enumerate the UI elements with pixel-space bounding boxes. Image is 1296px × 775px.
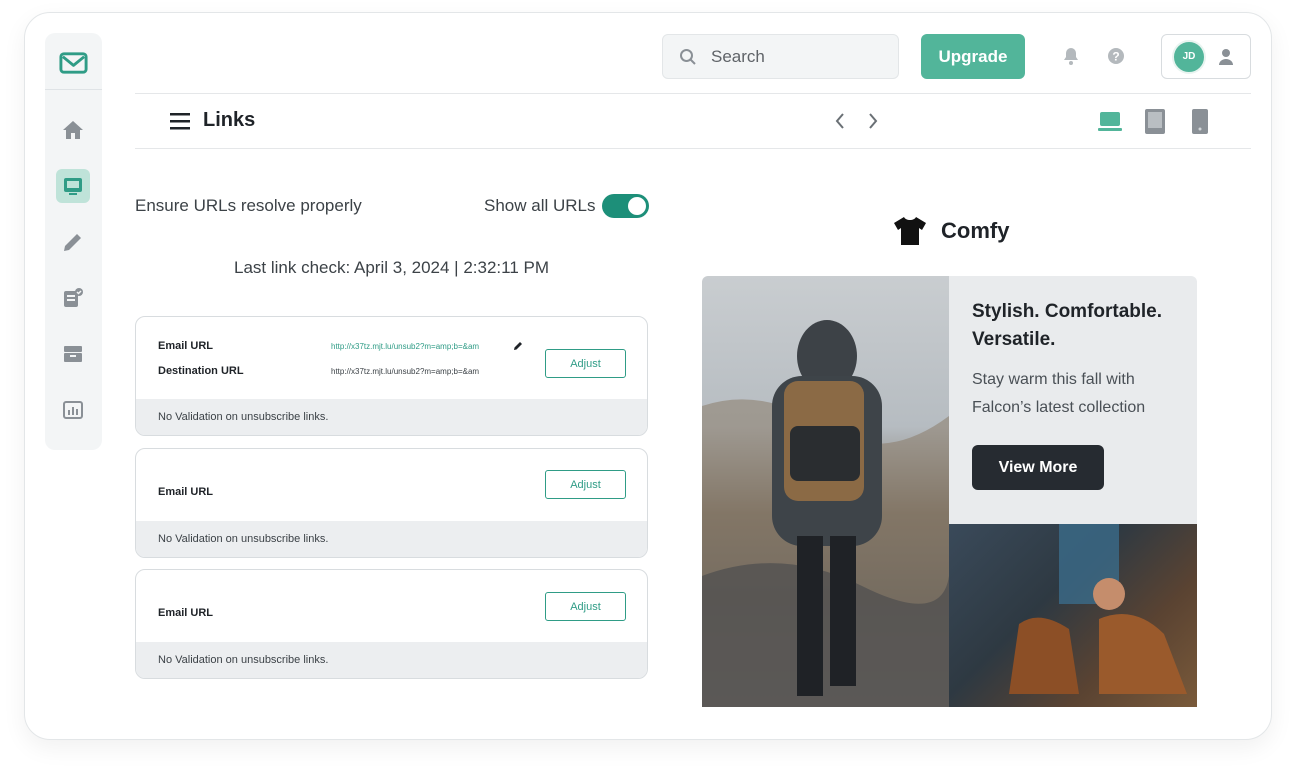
adjust-button[interactable]: Adjust	[545, 470, 626, 499]
subheader-divider	[135, 148, 1251, 149]
sidebar-item-archive[interactable]	[56, 337, 90, 371]
email-url-label: Email URL	[158, 607, 214, 619]
sidebar	[45, 33, 102, 450]
checklist-icon	[64, 288, 83, 307]
logo-icon[interactable]	[58, 47, 89, 78]
boots-photo	[949, 524, 1197, 707]
user-menu[interactable]: JD	[1161, 34, 1251, 79]
avatar[interactable]: JD	[1172, 39, 1206, 74]
card-footer: No Validation on unsubscribe links.	[136, 521, 647, 557]
pencil-icon	[64, 234, 81, 251]
brand-header: Comfy	[893, 216, 1009, 246]
sidebar-item-inbox[interactable]	[56, 169, 90, 203]
header-divider	[135, 93, 1251, 94]
tshirt-icon	[894, 217, 926, 245]
toggle-knob	[628, 197, 646, 215]
promo-subtext: Stay warm this fall with Falcon’s latest…	[972, 371, 1146, 416]
email-preview: Stylish. Comfortable. Versatile. Stay wa…	[702, 276, 1197, 707]
email-url-label: Email URL	[158, 340, 214, 352]
tablet-icon[interactable]	[1143, 108, 1167, 134]
promo-headline: Stylish. Comfortable. Versatile.	[972, 301, 1163, 350]
ensure-urls-label: Ensure URLs resolve properly	[135, 196, 362, 215]
svg-text:?: ?	[1112, 50, 1119, 64]
help-icon[interactable]: ?	[1106, 46, 1126, 66]
user-icon	[1219, 48, 1233, 65]
email-url-value[interactable]: http://x37tz.mjt.lu/unsub2?m=amp;b=&am	[331, 342, 479, 351]
menu-icon[interactable]	[169, 111, 191, 131]
card-footer: No Validation on unsubscribe links.	[136, 399, 647, 435]
page-title: Links	[203, 109, 256, 131]
inbox-icon	[64, 178, 82, 195]
chevron-left-icon[interactable]	[833, 111, 847, 131]
adjust-button[interactable]: Adjust	[545, 592, 626, 621]
search-box[interactable]	[662, 34, 899, 79]
desktop-icon[interactable]	[1097, 108, 1123, 134]
mobile-icon[interactable]	[1190, 108, 1210, 134]
card-footer: No Validation on unsubscribe links.	[136, 642, 647, 678]
destination-url-value: http://x37tz.mjt.lu/unsub2?m=amp;b=&am	[331, 367, 480, 376]
adjust-button[interactable]: Adjust	[545, 349, 626, 378]
sidebar-item-tasks[interactable]	[56, 281, 90, 315]
hiker-photo	[702, 276, 949, 707]
view-more-button[interactable]: View More	[972, 445, 1104, 490]
brand-name: Comfy	[941, 218, 1010, 243]
sidebar-item-reports[interactable]	[56, 393, 90, 427]
home-icon	[63, 121, 83, 139]
destination-url-label: Destination URL	[158, 365, 244, 377]
link-card: Email URL Adjust No Validation on unsubs…	[135, 569, 648, 679]
chevron-right-icon[interactable]	[866, 111, 880, 131]
last-check-text: Last link check: April 3, 2024 | 2:32:11…	[234, 258, 549, 277]
link-card: Email URL Adjust No Validation on unsubs…	[135, 448, 648, 558]
archive-icon	[64, 346, 82, 362]
notification-icon[interactable]	[1061, 46, 1081, 66]
promo-panel: Stylish. Comfortable. Versatile. Stay wa…	[949, 276, 1197, 524]
show-all-urls-toggle[interactable]	[602, 194, 649, 218]
sidebar-item-home[interactable]	[56, 113, 90, 147]
email-url-label: Email URL	[158, 486, 214, 498]
link-card: Email URL http://x37tz.mjt.lu/unsub2?m=a…	[135, 316, 648, 436]
chart-icon	[63, 401, 83, 419]
show-all-urls-label: Show all URLs	[484, 196, 596, 215]
edit-icon[interactable]	[513, 341, 523, 351]
upgrade-button[interactable]: Upgrade	[921, 34, 1025, 79]
search-input[interactable]	[711, 46, 881, 67]
sidebar-divider	[45, 89, 102, 90]
search-icon	[680, 48, 696, 65]
sidebar-item-editor[interactable]	[56, 225, 90, 259]
